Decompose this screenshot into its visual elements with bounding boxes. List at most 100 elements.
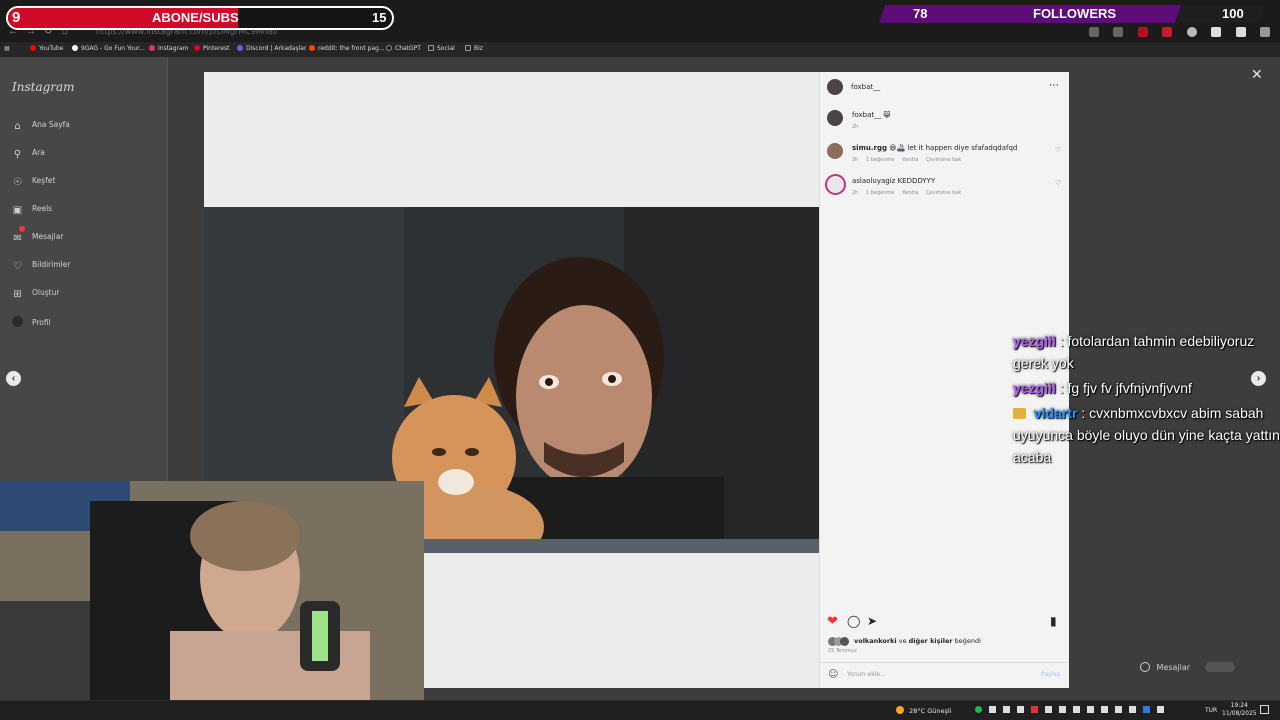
save-bookmark-icon[interactable]: ▮ [1050,614,1057,628]
comment-like-icon[interactable]: ♡ [1055,179,1061,187]
chat-message: vidartr : cvxnbmxcvbxcv abim sabah uyuyu… [1013,402,1280,468]
notification-badge [19,226,25,232]
comment-input[interactable]: Yorum ekle... [847,671,886,678]
notification-center-icon[interactable] [1260,705,1269,714]
more-options-icon[interactable]: ⋯ [1049,80,1059,91]
sidebar-item-explore[interactable]: ☉ Keşfet [12,176,55,190]
bookmark-folder-biz[interactable]: Biz [465,45,483,52]
tray-icon[interactable] [1101,706,1108,713]
folder-icon [465,45,471,51]
bookmark-discord[interactable]: Discord | Arkadaşlar [237,45,306,52]
tray-icon[interactable] [1003,706,1010,713]
bookmark-9gag[interactable]: 9GAG - Go Fun Your... [72,45,145,52]
tray-icon[interactable] [1115,706,1122,713]
like-heart-icon[interactable]: ❤ [827,614,838,629]
previous-post-button[interactable]: ‹ [6,371,21,386]
bookmark-folder-social[interactable]: Social [428,45,455,52]
caption-username[interactable]: foxbat__ [852,111,881,119]
comment-icon[interactable]: ◯ [847,614,860,628]
clock-date: 11/08/2025 [1222,710,1257,717]
comment-avatar[interactable] [825,174,846,195]
caption-avatar[interactable] [827,110,843,126]
clock[interactable]: 19:24 11/08/2025 [1222,702,1257,718]
messages-pill-label: Mesajlar [1156,663,1191,672]
extension-icon[interactable] [1162,27,1173,37]
chatgpt-icon [386,45,392,51]
comment-likes[interactable]: 1 beğenme [866,190,894,196]
youtube-icon [30,45,36,51]
close-modal-button[interactable]: ✕ [1251,66,1263,83]
author-username[interactable]: foxbat__ [851,83,880,91]
tray-icon[interactable] [1073,706,1080,713]
sidebar-item-notifications[interactable]: ♡ Bildirimler [12,260,70,274]
spotify-icon[interactable] [975,706,982,713]
bookmark-instagram[interactable]: Instagram [149,45,189,52]
apps-icon[interactable]: ▦ [4,45,10,52]
tray-icon[interactable] [1059,706,1066,713]
bluetooth-icon[interactable] [1143,706,1150,713]
clock-time: 19:24 [1230,702,1248,709]
star-icon[interactable] [1113,27,1124,37]
extension-icon[interactable] [1186,27,1197,37]
comment-likes[interactable]: 1 beğenme [866,157,894,163]
emoji-icon[interactable]: ☺ [828,669,838,680]
discord-icon [237,45,243,51]
reply-button[interactable]: Yanıtla [902,157,918,163]
bookmark-pinterest[interactable]: Pinterest [194,45,230,52]
comment-time: 2h [852,190,859,196]
extension-icon[interactable] [1211,27,1222,37]
tray-icon[interactable] [1045,706,1052,713]
share-icon[interactable]: ➤ [867,614,877,628]
liked-by-user[interactable]: volkankorki [854,637,897,645]
extension-icon[interactable] [1137,27,1148,37]
9gag-icon [72,45,78,51]
chat-username: vidartr [1033,405,1078,421]
heart-icon: ♡ [13,261,22,272]
compass-icon: ☉ [13,177,22,188]
comment-like-icon[interactable]: ♡ [1055,146,1061,154]
reply-button[interactable]: Yanıtla [902,190,918,196]
bookmark-chatgpt[interactable]: ChatGPT [386,45,421,52]
volume-icon[interactable] [1157,706,1164,713]
language-indicator[interactable]: TUR [1205,707,1217,714]
chat-username: yezgiil [1013,333,1056,349]
tray-icon[interactable] [1017,706,1024,713]
translate-button[interactable]: Çevirisine bak [926,190,961,196]
extension-icon[interactable] [1260,27,1271,37]
weather-text: 28°C Güneşli [909,707,952,715]
chat-text: : fg fjv fv jfvfnjvnfjvvnf [1059,380,1192,396]
sidebar-item-messages[interactable]: ✉ Mesajlar [12,232,63,246]
author-avatar[interactable] [827,79,843,95]
search-icon: ⚲ [13,149,22,160]
tray-icon[interactable] [1087,706,1094,713]
comment-username[interactable]: simu.rgg [852,144,887,152]
followers-current: 78 [913,6,928,21]
comment-username[interactable]: aslaoluyagiz [852,177,895,185]
messages-pill[interactable]: Mesajlar [1140,662,1250,678]
sidebar-item-profile[interactable]: Profil [12,316,51,330]
bookmark-reddit[interactable]: reddit: the front pag... [309,45,385,52]
tray-icon[interactable] [989,706,996,713]
translate-button[interactable]: Çevirisine bak [926,157,961,163]
extension-icon[interactable] [1235,27,1246,37]
bookmark-youtube[interactable]: YouTube [30,45,63,52]
instagram-logo[interactable]: Instagram [12,80,75,94]
sidebar-item-reels[interactable]: ▣ Reels [12,204,52,218]
liked-by-others[interactable]: diğer kişiler [909,637,953,645]
cast-icon[interactable] [1089,27,1099,37]
plus-square-icon: ⊞ [13,289,22,300]
sidebar-item-search[interactable]: ⚲ Ara [12,148,45,162]
comment-avatar[interactable] [827,143,843,159]
weather-widget[interactable]: 28°C Güneşli [896,706,951,715]
post-comment-button[interactable]: Paylaş [1041,671,1060,678]
tray-icon[interactable] [1031,706,1038,713]
caption: foxbat__ 😸 [852,111,891,119]
comment-2-meta: 2h 1 beğenme Yanıtla Çevirisine bak [852,190,967,196]
sidebar-item-home[interactable]: ⌂ Ana Sayfa [12,120,70,134]
caption-text: 😸 [883,111,891,119]
tray-icon[interactable] [1129,706,1136,713]
sidebar-item-create[interactable]: ⊞ Oluştur [12,288,59,302]
comment-time: 2h [852,157,859,163]
folder-icon [428,45,434,51]
followers-label: FOLLOWERS [1033,6,1117,21]
